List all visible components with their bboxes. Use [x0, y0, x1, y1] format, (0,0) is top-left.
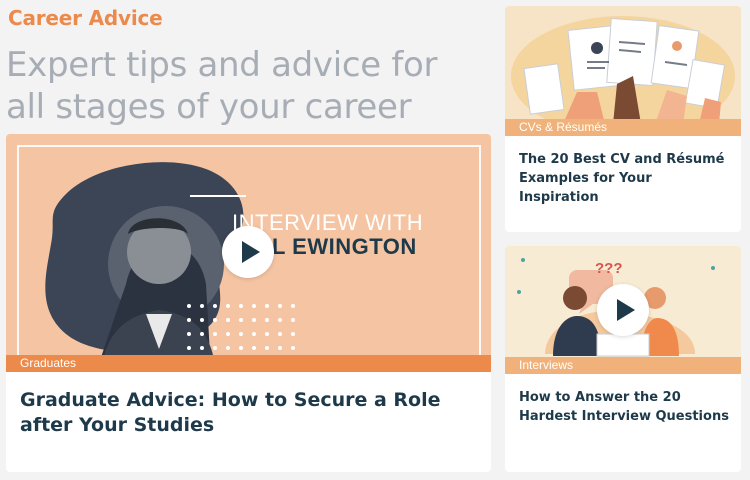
- page-headline: Expert tips and advice for all stages of…: [6, 45, 438, 127]
- category-tag: Interviews: [505, 357, 741, 374]
- thumbnail-caption-line2: L EWINGTON: [272, 234, 417, 259]
- featured-article-card[interactable]: INTERVIEW WITH L EWINGTON Graduates Grad…: [6, 134, 491, 472]
- side-article-card-cvs[interactable]: CVs & Résumés The 20 Best CV and Résumé …: [505, 6, 741, 232]
- question-bubble-text: ???: [595, 260, 623, 277]
- article-thumbnail[interactable]: CVs & Résumés: [505, 6, 741, 136]
- section-title: Career Advice: [8, 6, 163, 30]
- side-article-card-interviews[interactable]: ??? Interviews How to Answer the 20 Hard…: [505, 246, 741, 472]
- article-title[interactable]: Graduate Advice: How to Secure a Role af…: [20, 388, 470, 438]
- play-button-icon[interactable]: [597, 284, 649, 336]
- category-tag: CVs & Résumés: [505, 119, 741, 136]
- article-title[interactable]: The 20 Best CV and Résumé Examples for Y…: [519, 150, 729, 207]
- article-title[interactable]: How to Answer the 20 Hardest Interview Q…: [519, 388, 729, 426]
- video-thumbnail[interactable]: ??? Interviews: [505, 246, 741, 374]
- video-thumbnail[interactable]: INTERVIEW WITH L EWINGTON Graduates: [6, 134, 491, 372]
- category-tag: Graduates: [6, 355, 491, 372]
- play-button-icon[interactable]: [222, 226, 274, 278]
- documents-illustration: [511, 16, 735, 136]
